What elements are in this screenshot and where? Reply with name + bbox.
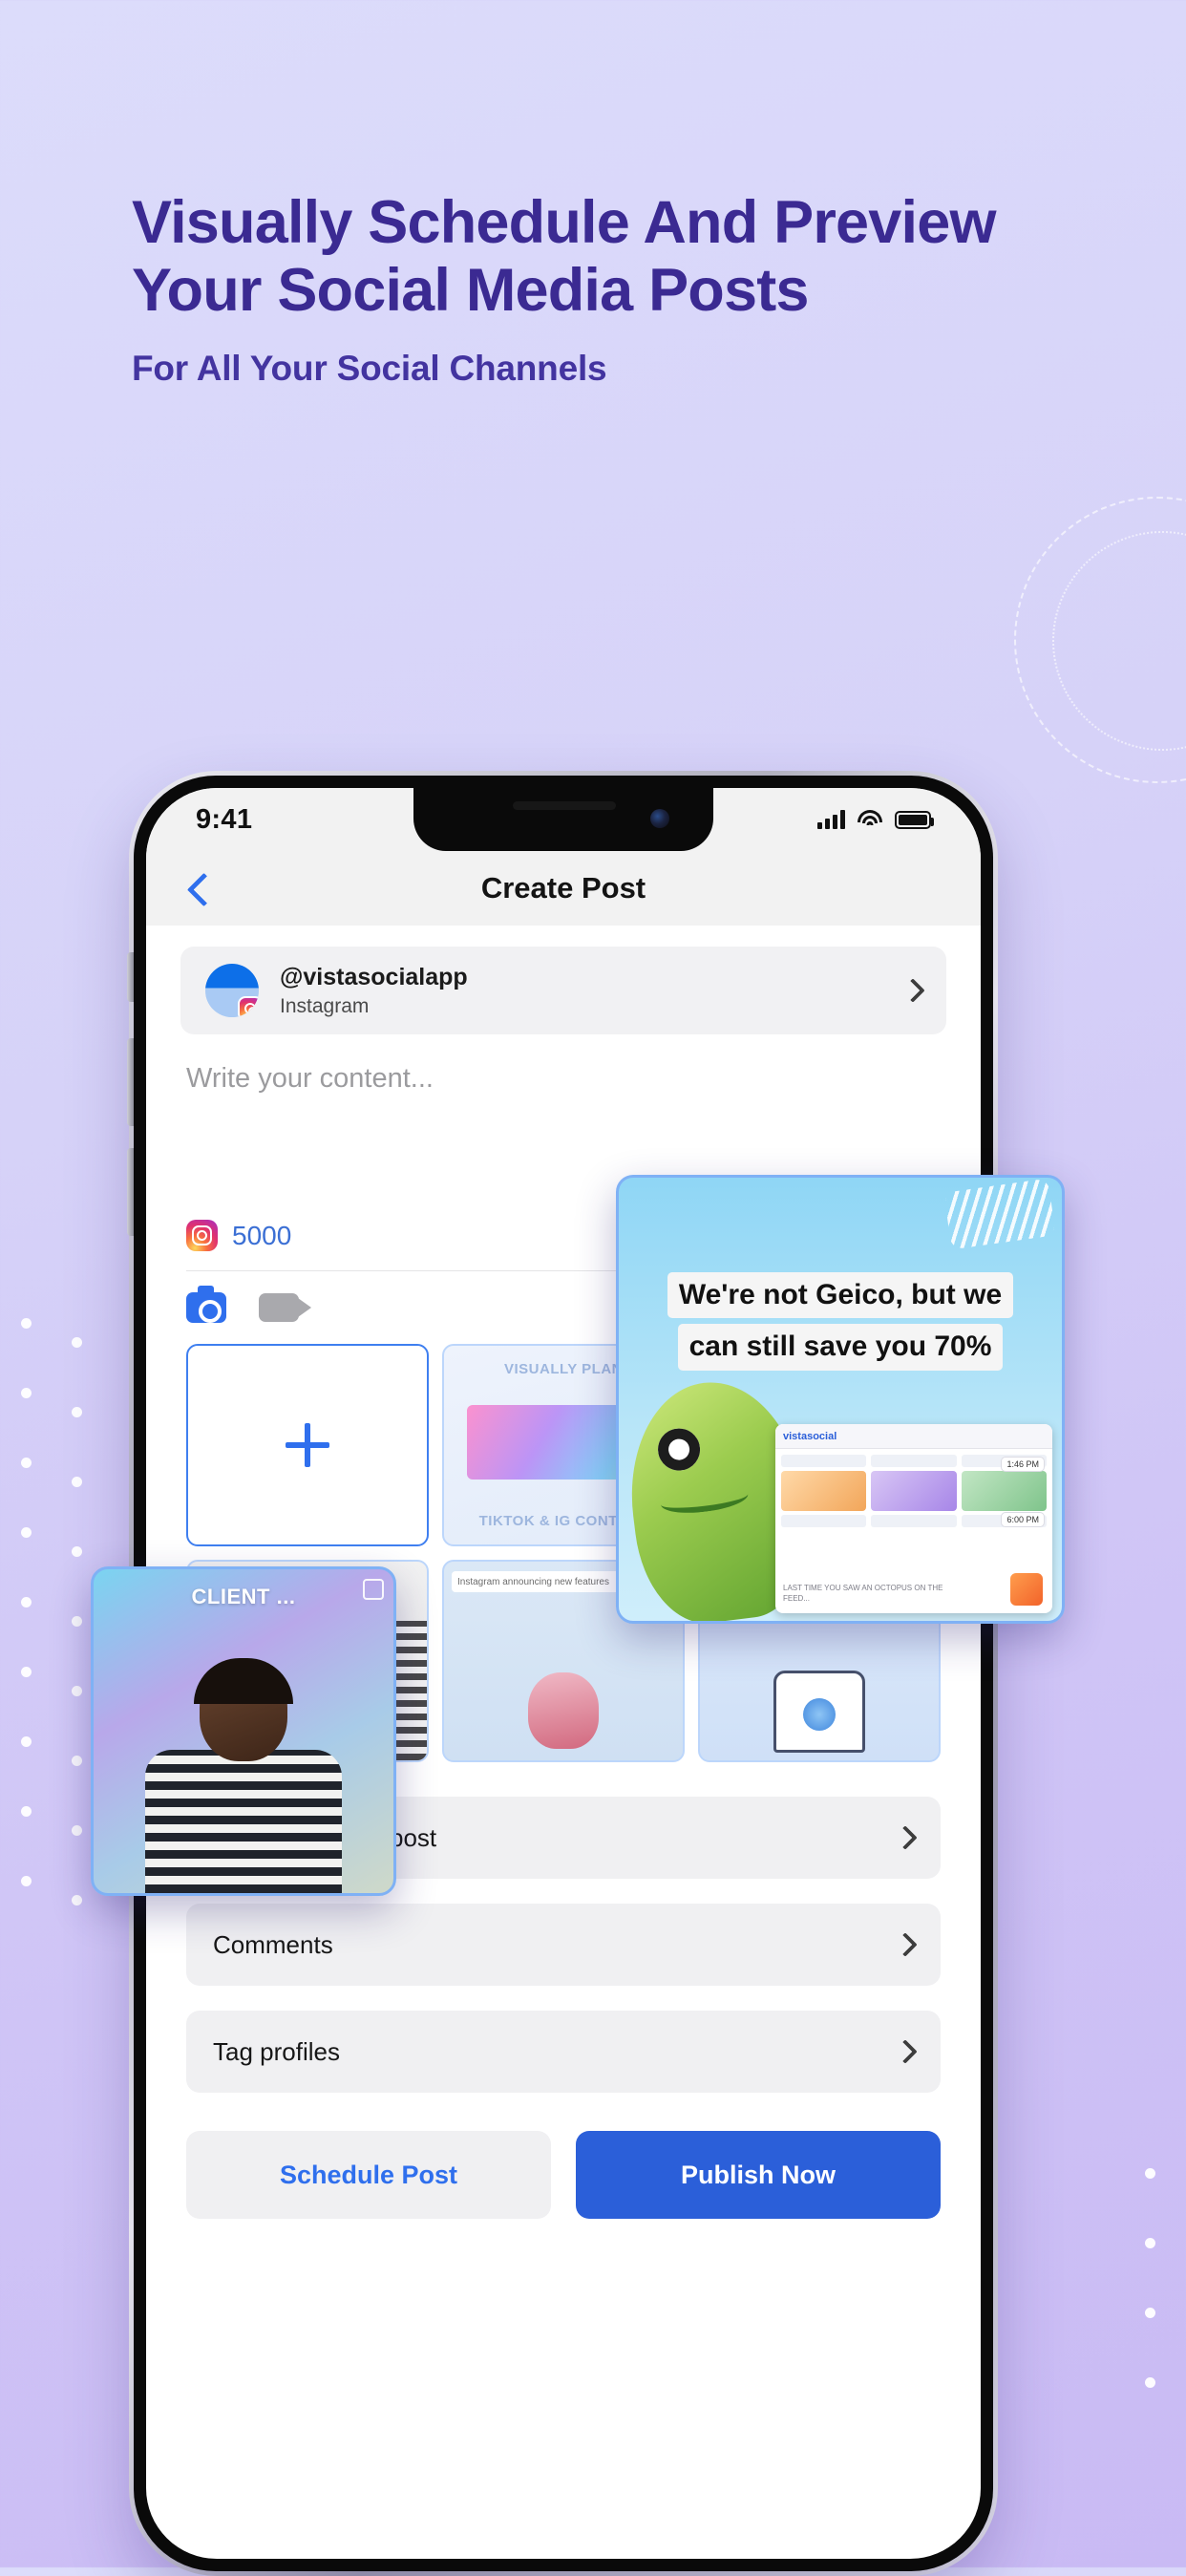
page-subtitle: For All Your Social Channels — [132, 349, 607, 389]
app-screenshot-caption: LAST TIME YOU SAW AN OCTOPUS ON THE FEED… — [783, 1583, 943, 1603]
character-count: 5000 — [232, 1220, 292, 1250]
placeholder-chip — [781, 1455, 867, 1467]
dot-decoration — [72, 1616, 82, 1627]
phone-mute-switch[interactable] — [127, 952, 134, 1002]
client-preview-card[interactable]: CLIENT ... — [91, 1566, 396, 1896]
dot-decoration-column-left-inner — [72, 1337, 82, 1905]
phone-volume-down-button[interactable] — [127, 1148, 134, 1236]
instagram-icon — [186, 1220, 218, 1251]
dot-decoration — [72, 1825, 82, 1836]
account-handle: @vistasocialapp — [280, 963, 468, 990]
vista-social-avatar — [205, 964, 259, 1017]
option-comments[interactable]: Comments — [186, 1904, 941, 1986]
post-action-bar: Schedule Post Publish Now — [180, 2118, 946, 2219]
carousel-icon — [363, 1579, 384, 1600]
chevron-right-icon[interactable] — [893, 1932, 918, 1957]
app-screenshot-column — [781, 1455, 867, 1527]
dot-decoration — [21, 1597, 32, 1607]
dot-decoration — [21, 1876, 32, 1886]
video-camera-icon[interactable] — [259, 1293, 311, 1322]
placeholder-chip — [781, 1515, 867, 1527]
status-bar-icons — [817, 810, 934, 829]
app-screenshot-column — [871, 1455, 957, 1527]
status-bar-time: 9:41 — [196, 803, 253, 835]
option-label: Tag profiles — [213, 2036, 340, 2066]
dot-decoration — [21, 1318, 32, 1329]
placeholder-thumbnail — [781, 1471, 867, 1511]
schedule-time-chip-1: 1:46 PM — [1001, 1457, 1045, 1472]
nav-title: Create Post — [480, 871, 646, 905]
app-screenshot-topbar: vistasocial — [775, 1424, 1052, 1449]
phone-notch — [413, 788, 713, 851]
scribble-decoration — [943, 1178, 1056, 1250]
gecko-mouth-icon — [659, 1481, 750, 1518]
placeholder-thumbnail-orange — [1010, 1573, 1043, 1606]
dot-decoration — [72, 1337, 82, 1348]
vista-social-app-screenshot: vistasocial 1:46 PM 6:00 PM LAST TIME YO… — [775, 1424, 1052, 1613]
dot-decoration — [21, 1736, 32, 1747]
gecko-eye-icon — [655, 1426, 703, 1474]
geico-preview-card[interactable]: We're not Geico, but we can still save y… — [616, 1175, 1065, 1624]
geico-card-quote: We're not Geico, but we can still save y… — [651, 1269, 1029, 1373]
dot-decoration — [21, 1388, 32, 1398]
dot-decoration — [21, 1667, 32, 1677]
dot-decoration — [21, 1527, 32, 1538]
dot-decoration — [1145, 2308, 1155, 2318]
app-nav-bar: Create Post — [146, 851, 981, 926]
dot-decoration — [72, 1686, 82, 1696]
dot-decoration-column-left — [21, 1318, 32, 1886]
dot-decoration — [72, 1407, 82, 1417]
battery-full-icon — [895, 810, 934, 829]
option-label: Comments — [213, 1929, 333, 1959]
dot-decoration-column-right — [1145, 2168, 1155, 2388]
dot-decoration — [1145, 2238, 1155, 2248]
placeholder-thumbnail — [871, 1471, 957, 1511]
chevron-right-icon[interactable] — [900, 978, 925, 1003]
dot-decoration — [1145, 2168, 1155, 2179]
signal-bars-icon — [817, 810, 845, 829]
add-media-tile[interactable] — [186, 1344, 429, 1546]
dot-decoration — [21, 1806, 32, 1817]
dot-decoration — [72, 1477, 82, 1487]
person-head — [194, 1658, 293, 1761]
vista-social-logo: vistasocial — [783, 1430, 837, 1442]
chevron-right-icon[interactable] — [893, 2039, 918, 2064]
plus-icon — [286, 1423, 329, 1467]
placeholder-chip — [871, 1515, 957, 1527]
schedule-post-button[interactable]: Schedule Post — [186, 2131, 551, 2219]
dot-decoration — [72, 1756, 82, 1766]
instagram-icon — [238, 996, 259, 1017]
placeholder-thumbnail — [961, 1471, 1047, 1511]
wifi-icon — [858, 810, 882, 829]
striped-shirt — [145, 1750, 342, 1893]
person-hair — [194, 1658, 293, 1704]
geico-quote-line-1: We're not Geico, but we — [667, 1272, 1014, 1319]
dog-illustration — [528, 1672, 599, 1749]
hero-section: Visually Schedule And Preview Your Socia… — [132, 189, 1048, 389]
placeholder-chip — [871, 1455, 957, 1467]
dot-decoration — [21, 1458, 32, 1468]
page-title: Visually Schedule And Preview Your Socia… — [132, 189, 996, 324]
front-camera-icon — [650, 809, 669, 828]
client-card-label: CLIENT ... — [191, 1585, 296, 1608]
camera-icon[interactable] — [186, 1286, 226, 1323]
dot-decoration — [1145, 2377, 1155, 2388]
phone-volume-up-button[interactable] — [127, 1038, 134, 1126]
schedule-time-chip-2: 6:00 PM — [1001, 1512, 1045, 1527]
earpiece-speaker-icon — [513, 801, 616, 810]
chevron-right-icon[interactable] — [893, 1825, 918, 1850]
account-selector-row[interactable]: @vistasocialapp Instagram — [180, 947, 946, 1034]
person-photo — [143, 1656, 344, 1893]
option-tag-profiles[interactable]: Tag profiles — [186, 2011, 941, 2093]
geico-quote-line-2: can still save you 70% — [677, 1324, 1004, 1371]
dot-decoration — [72, 1546, 82, 1557]
account-network: Instagram — [280, 994, 370, 1017]
account-info: @vistasocialapp Instagram — [280, 964, 468, 1018]
publish-now-button[interactable]: Publish Now — [576, 2131, 941, 2219]
tile-thumbnail — [773, 1671, 865, 1753]
post-content-placeholder: Write your content... — [186, 1063, 434, 1094]
dot-decoration — [72, 1895, 82, 1905]
